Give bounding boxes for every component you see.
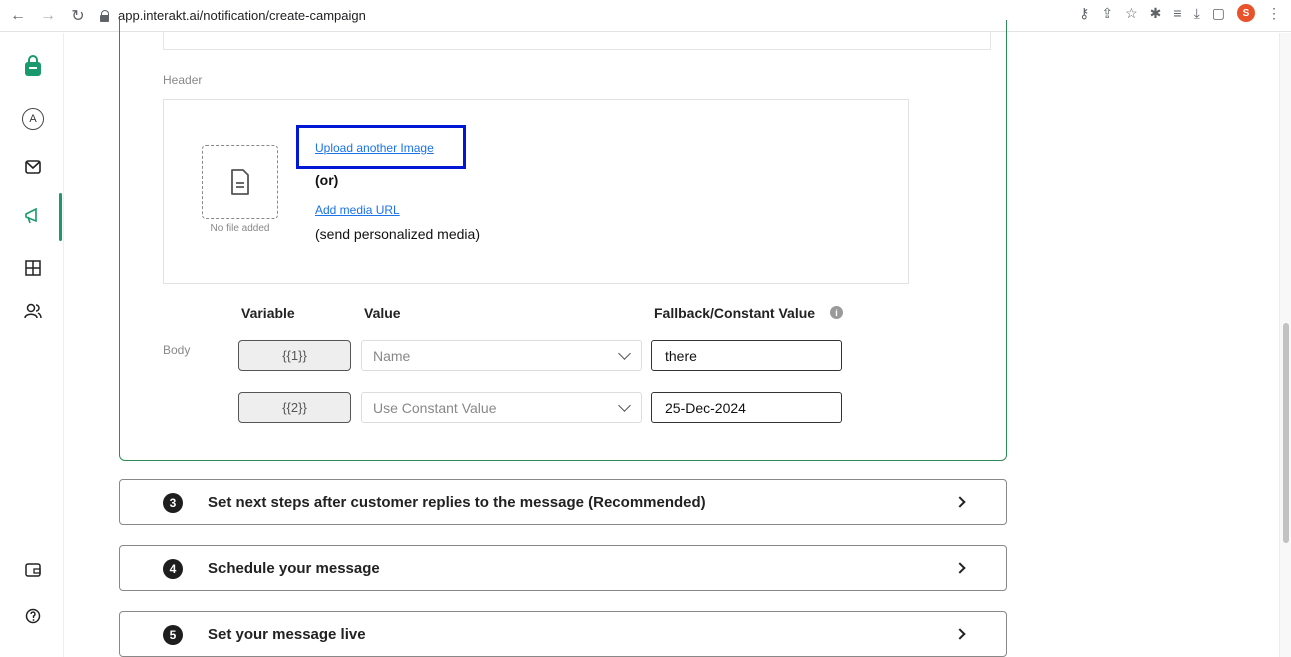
profile-avatar[interactable]: S [1237, 4, 1255, 22]
value-2-select[interactable]: Use Constant Value [361, 392, 642, 423]
chevron-down-icon [618, 399, 631, 412]
account-initial: A [22, 108, 44, 130]
side-panel-icon[interactable]: ▢ [1212, 5, 1225, 22]
share-icon[interactable]: ⇪ [1101, 5, 1113, 22]
scroll-thumb[interactable] [1283, 323, 1289, 543]
variable-column-header: Variable [241, 305, 295, 321]
campaign-icon[interactable] [20, 203, 46, 229]
chevron-down-icon [618, 347, 631, 360]
page-scrollbar[interactable] [1279, 33, 1291, 657]
active-indicator [59, 193, 62, 241]
mail-icon[interactable] [20, 154, 46, 180]
step-5-title: Set your message live [208, 626, 366, 643]
step-5-accordion[interactable]: 5 Set your message live [119, 611, 1007, 657]
users-icon[interactable] [20, 298, 46, 324]
file-placeholder[interactable] [202, 145, 278, 219]
body-section-label: Body [163, 343, 191, 357]
step-4-number: 4 [163, 559, 183, 579]
personalized-media-text: (send personalized media) [315, 226, 480, 242]
chevron-right-icon [954, 562, 966, 574]
value-column-header: Value [364, 305, 401, 321]
step-3-title: Set next steps after customer replies to… [208, 494, 706, 511]
step-4-accordion[interactable]: 4 Schedule your message [119, 545, 1007, 591]
fallback-1-input[interactable]: there [651, 340, 842, 371]
variable-1-box: {{1}} [238, 340, 351, 371]
step-3-number: 3 [163, 493, 183, 513]
step-3-accordion[interactable]: 3 Set next steps after customer replies … [119, 479, 1007, 525]
left-sidebar: A [0, 33, 64, 657]
step-4-title: Schedule your message [208, 560, 380, 577]
or-text: (or) [315, 172, 339, 188]
previous-field-box [163, 32, 991, 50]
extensions-icon[interactable]: ✱ [1150, 5, 1162, 22]
info-icon[interactable]: i [830, 306, 843, 319]
header-section-label: Header [163, 73, 203, 87]
step-5-number: 5 [163, 625, 183, 645]
bag-icon[interactable] [20, 53, 46, 79]
lock-icon [100, 9, 110, 22]
back-icon[interactable]: ← [6, 4, 30, 28]
grid-icon[interactable] [20, 255, 46, 281]
no-file-text: No file added [210, 223, 270, 234]
reading-list-icon[interactable]: ≡ [1173, 5, 1181, 21]
fallback-column-header: Fallback/Constant Value [654, 305, 816, 321]
value-2-selected: Use Constant Value [373, 399, 497, 416]
add-media-url-link[interactable]: Add media URL [315, 203, 400, 217]
wallet-icon[interactable] [20, 557, 46, 583]
star-icon[interactable]: ☆ [1125, 5, 1138, 22]
document-icon [231, 169, 249, 195]
help-icon[interactable] [20, 603, 46, 629]
key-icon[interactable]: ⚷ [1079, 5, 1089, 22]
variable-2-box: {{2}} [238, 392, 351, 423]
fallback-2-input[interactable]: 25-Dec-2024 [651, 392, 842, 423]
reload-icon[interactable]: ↻ [66, 4, 90, 28]
upload-another-image-link[interactable]: Upload another Image [315, 141, 434, 155]
value-1-select[interactable]: Name [361, 340, 642, 371]
chevron-right-icon [954, 496, 966, 508]
forward-icon[interactable]: → [36, 4, 60, 28]
account-icon[interactable]: A [20, 106, 46, 132]
menu-icon[interactable]: ⋮ [1267, 5, 1281, 22]
chevron-right-icon [954, 628, 966, 640]
download-icon[interactable]: ⤓ [1194, 5, 1200, 22]
value-1-selected: Name [373, 347, 411, 364]
